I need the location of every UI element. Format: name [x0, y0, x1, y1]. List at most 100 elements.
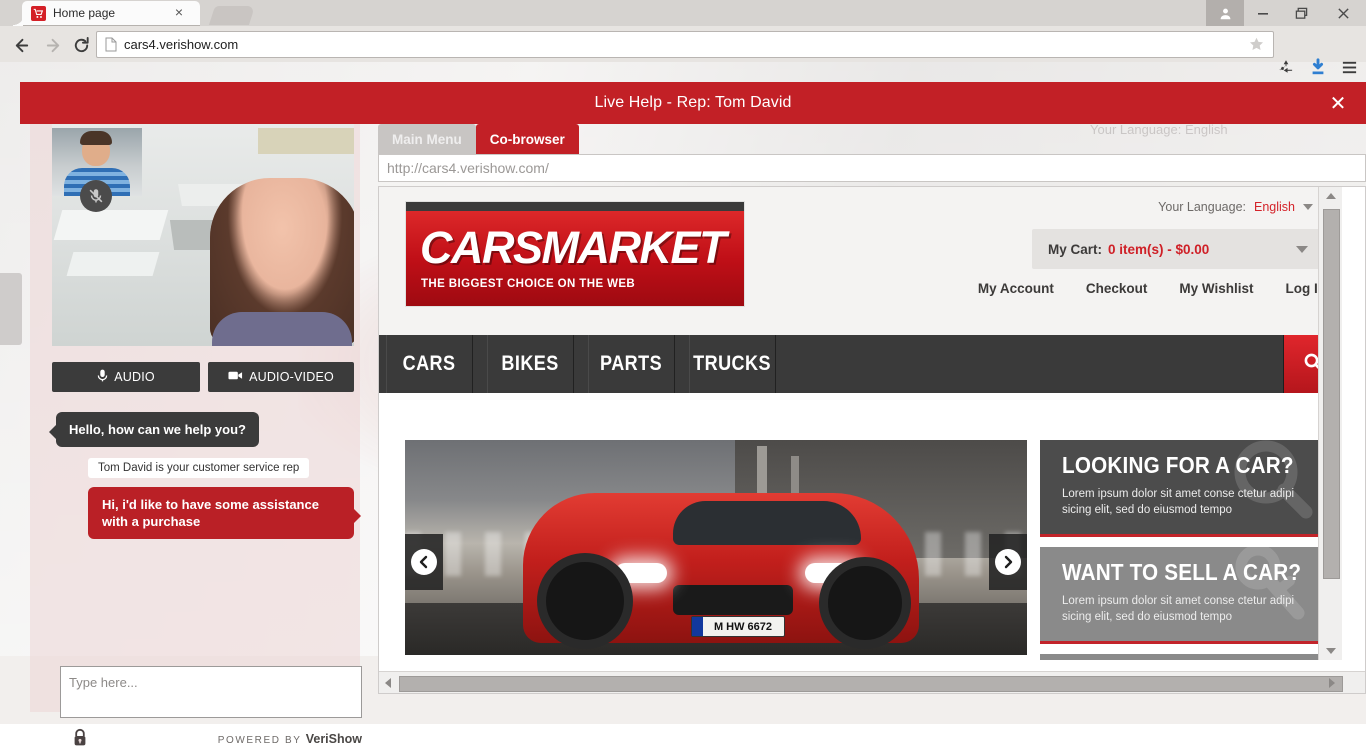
- chevron-down-icon[interactable]: [1296, 245, 1308, 253]
- menu-icon[interactable]: [1341, 59, 1358, 81]
- recycle-icon[interactable]: [1277, 58, 1295, 81]
- scroll-left-arrow[interactable]: [379, 672, 397, 693]
- chevron-down-icon[interactable]: [1303, 204, 1313, 210]
- powered-by-prefix: POWERED BY: [217, 735, 302, 746]
- chat-message-agent: Hello, how can we help you?: [49, 412, 259, 447]
- minimize-button[interactable]: [1244, 0, 1282, 26]
- forward-button[interactable]: [42, 34, 64, 56]
- video-camera-icon: [228, 370, 243, 384]
- promo-title: LOOKING FOR A CAR?: [1062, 452, 1294, 478]
- license-plate: M HW 6672: [691, 616, 785, 637]
- horizontal-scrollbar[interactable]: [379, 671, 1365, 693]
- document-icon: [105, 37, 117, 52]
- scroll-right-arrow[interactable]: [1323, 672, 1341, 693]
- scroll-up-arrow[interactable]: [1319, 187, 1342, 205]
- horizontal-scroll-thumb[interactable]: [399, 676, 1343, 692]
- audio-button-label: AUDIO: [114, 370, 155, 384]
- cart-value: 0 item(s) - $0.00: [1108, 241, 1210, 257]
- chat-input[interactable]: Type here...: [60, 666, 362, 718]
- language-label: Your Language:: [1158, 200, 1246, 214]
- shopping-cart-icon: [31, 6, 46, 21]
- close-icon[interactable]: ✕: [1326, 91, 1350, 115]
- side-tab-handle[interactable]: [0, 273, 22, 345]
- cart-widget[interactable]: My Cart: 0 item(s) - $0.00: [1032, 229, 1326, 269]
- audio-video-button-label: AUDIO-VIDEO: [249, 370, 334, 384]
- link-my-wishlist[interactable]: My Wishlist: [1179, 281, 1253, 296]
- carousel-next-button[interactable]: [989, 534, 1027, 590]
- nav-item-bikes[interactable]: BIKES: [487, 335, 574, 393]
- tab-co-browser[interactable]: Co-browser: [475, 124, 579, 154]
- link-my-account[interactable]: My Account: [978, 281, 1054, 296]
- hero-car-image: M HW 6672: [523, 493, 919, 649]
- browser-chrome: Home page × cars4.verishow.com: [0, 0, 1366, 75]
- logo-top-bar: [406, 202, 744, 211]
- cobrowser-tabs: Main Menu Co-browser: [378, 122, 579, 154]
- download-icon[interactable]: [1309, 58, 1327, 81]
- promo-body: Lorem ipsum dolor sit amet conse ctetur …: [1062, 595, 1295, 623]
- nav-item-trucks[interactable]: TRUCKS: [689, 335, 776, 393]
- live-help-modal: Live Help - Rep: Tom David ✕ AUDIO AUDIO…: [20, 82, 1366, 746]
- video-area[interactable]: [52, 124, 354, 346]
- cart-label: My Cart:: [1048, 241, 1103, 257]
- scroll-down-arrow[interactable]: [1319, 642, 1342, 660]
- nav-item-cars[interactable]: CARS: [386, 335, 473, 393]
- chat-system-message: Tom David is your customer service rep: [88, 458, 310, 478]
- modal-header: Live Help - Rep: Tom David ✕: [20, 82, 1366, 124]
- screen: Your Language: English Home page × cars4…: [0, 0, 1366, 746]
- modal-title: Live Help - Rep: Tom David: [594, 94, 792, 111]
- close-window-button[interactable]: [1320, 0, 1366, 26]
- browser-navbar: cars4.verishow.com: [0, 26, 1366, 75]
- audio-button[interactable]: AUDIO: [52, 362, 200, 392]
- bookmark-star-icon[interactable]: [1248, 36, 1265, 58]
- tab-strip: Home page ×: [0, 0, 1366, 26]
- vertical-scrollbar[interactable]: [1318, 187, 1342, 660]
- hero-carousel[interactable]: M HW 6672: [405, 440, 1027, 655]
- carousel-prev-button[interactable]: [405, 534, 443, 590]
- cobrowser-panel: Main Menu Co-browser http://cars4.verish…: [360, 124, 1366, 712]
- nav-filler: [783, 335, 1284, 393]
- site-main-nav: CARS BIKES PARTS TRUCKS: [379, 335, 1342, 393]
- new-tab-button[interactable]: [208, 6, 256, 25]
- microphone-muted-icon[interactable]: [80, 180, 112, 212]
- vertical-scroll-thumb[interactable]: [1323, 209, 1340, 579]
- browser-tab[interactable]: Home page ×: [13, 1, 200, 26]
- modal-body: AUDIO AUDIO-VIDEO Hello, how can we help…: [20, 124, 1366, 746]
- maximize-button[interactable]: [1282, 0, 1320, 26]
- chat-panel: AUDIO AUDIO-VIDEO Hello, how can we help…: [30, 124, 362, 746]
- tab-close-icon[interactable]: ×: [172, 5, 186, 20]
- reload-button[interactable]: [70, 34, 92, 56]
- chat-footer: POWERED BY VeriShow: [60, 728, 362, 752]
- link-checkout[interactable]: Checkout: [1086, 281, 1148, 296]
- site-logo[interactable]: CARSMARKET THE BIGGEST CHOICE ON THE WEB: [406, 202, 744, 306]
- microphone-icon: [97, 369, 108, 385]
- promo-card-looking-for-a-car[interactable]: LOOKING FOR A CAR? Lorem ipsum dolor sit…: [1040, 440, 1328, 537]
- browser-toolbar-icons: [1277, 58, 1358, 81]
- language-selector[interactable]: Your Language: English: [1158, 199, 1326, 215]
- logo-text-cars: CARS: [420, 222, 543, 273]
- window-controls: [1206, 0, 1366, 26]
- logo-text: CARSMARKET: [420, 224, 732, 272]
- site-header: CARSMARKET THE BIGGEST CHOICE ON THE WEB…: [379, 187, 1342, 335]
- arrow-right-icon: [995, 549, 1021, 575]
- powered-by: POWERED BY VeriShow: [218, 732, 362, 746]
- call-buttons: AUDIO AUDIO-VIDEO: [52, 362, 354, 392]
- promo-body: Lorem ipsum dolor sit amet conse ctetur …: [1062, 488, 1295, 516]
- address-bar[interactable]: cars4.verishow.com: [96, 31, 1274, 58]
- nav-item-parts[interactable]: PARTS: [588, 335, 675, 393]
- back-button[interactable]: [10, 34, 32, 56]
- audio-video-button[interactable]: AUDIO-VIDEO: [208, 362, 354, 392]
- promo-title: WANT TO SELL A CAR?: [1062, 559, 1302, 585]
- promo-card-want-to-sell-a-car[interactable]: WANT TO SELL A CAR? Lorem ipsum dolor si…: [1040, 547, 1328, 644]
- cobrowser-viewport: CARSMARKET THE BIGGEST CHOICE ON THE WEB…: [378, 186, 1366, 694]
- site-main-content: M HW 6672 LOOKING FOR A CAR? Lorem ipsum…: [379, 393, 1342, 660]
- promo-list: LOOKING FOR A CAR? Lorem ipsum dolor sit…: [1040, 440, 1328, 660]
- lock-icon[interactable]: [72, 728, 88, 752]
- cobrowser-url-text: http://cars4.verishow.com/: [387, 160, 549, 176]
- promo-card-next-partial[interactable]: [1040, 654, 1328, 660]
- language-value: English: [1254, 200, 1295, 214]
- tab-main-menu[interactable]: Main Menu: [378, 124, 476, 154]
- cobrowser-url-input[interactable]: http://cars4.verishow.com/: [378, 154, 1366, 182]
- profile-icon[interactable]: [1206, 0, 1244, 26]
- chat-message-user: Hi, i'd like to have some assistance wit…: [88, 487, 361, 539]
- logo-tagline: THE BIGGEST CHOICE ON THE WEB: [421, 278, 636, 290]
